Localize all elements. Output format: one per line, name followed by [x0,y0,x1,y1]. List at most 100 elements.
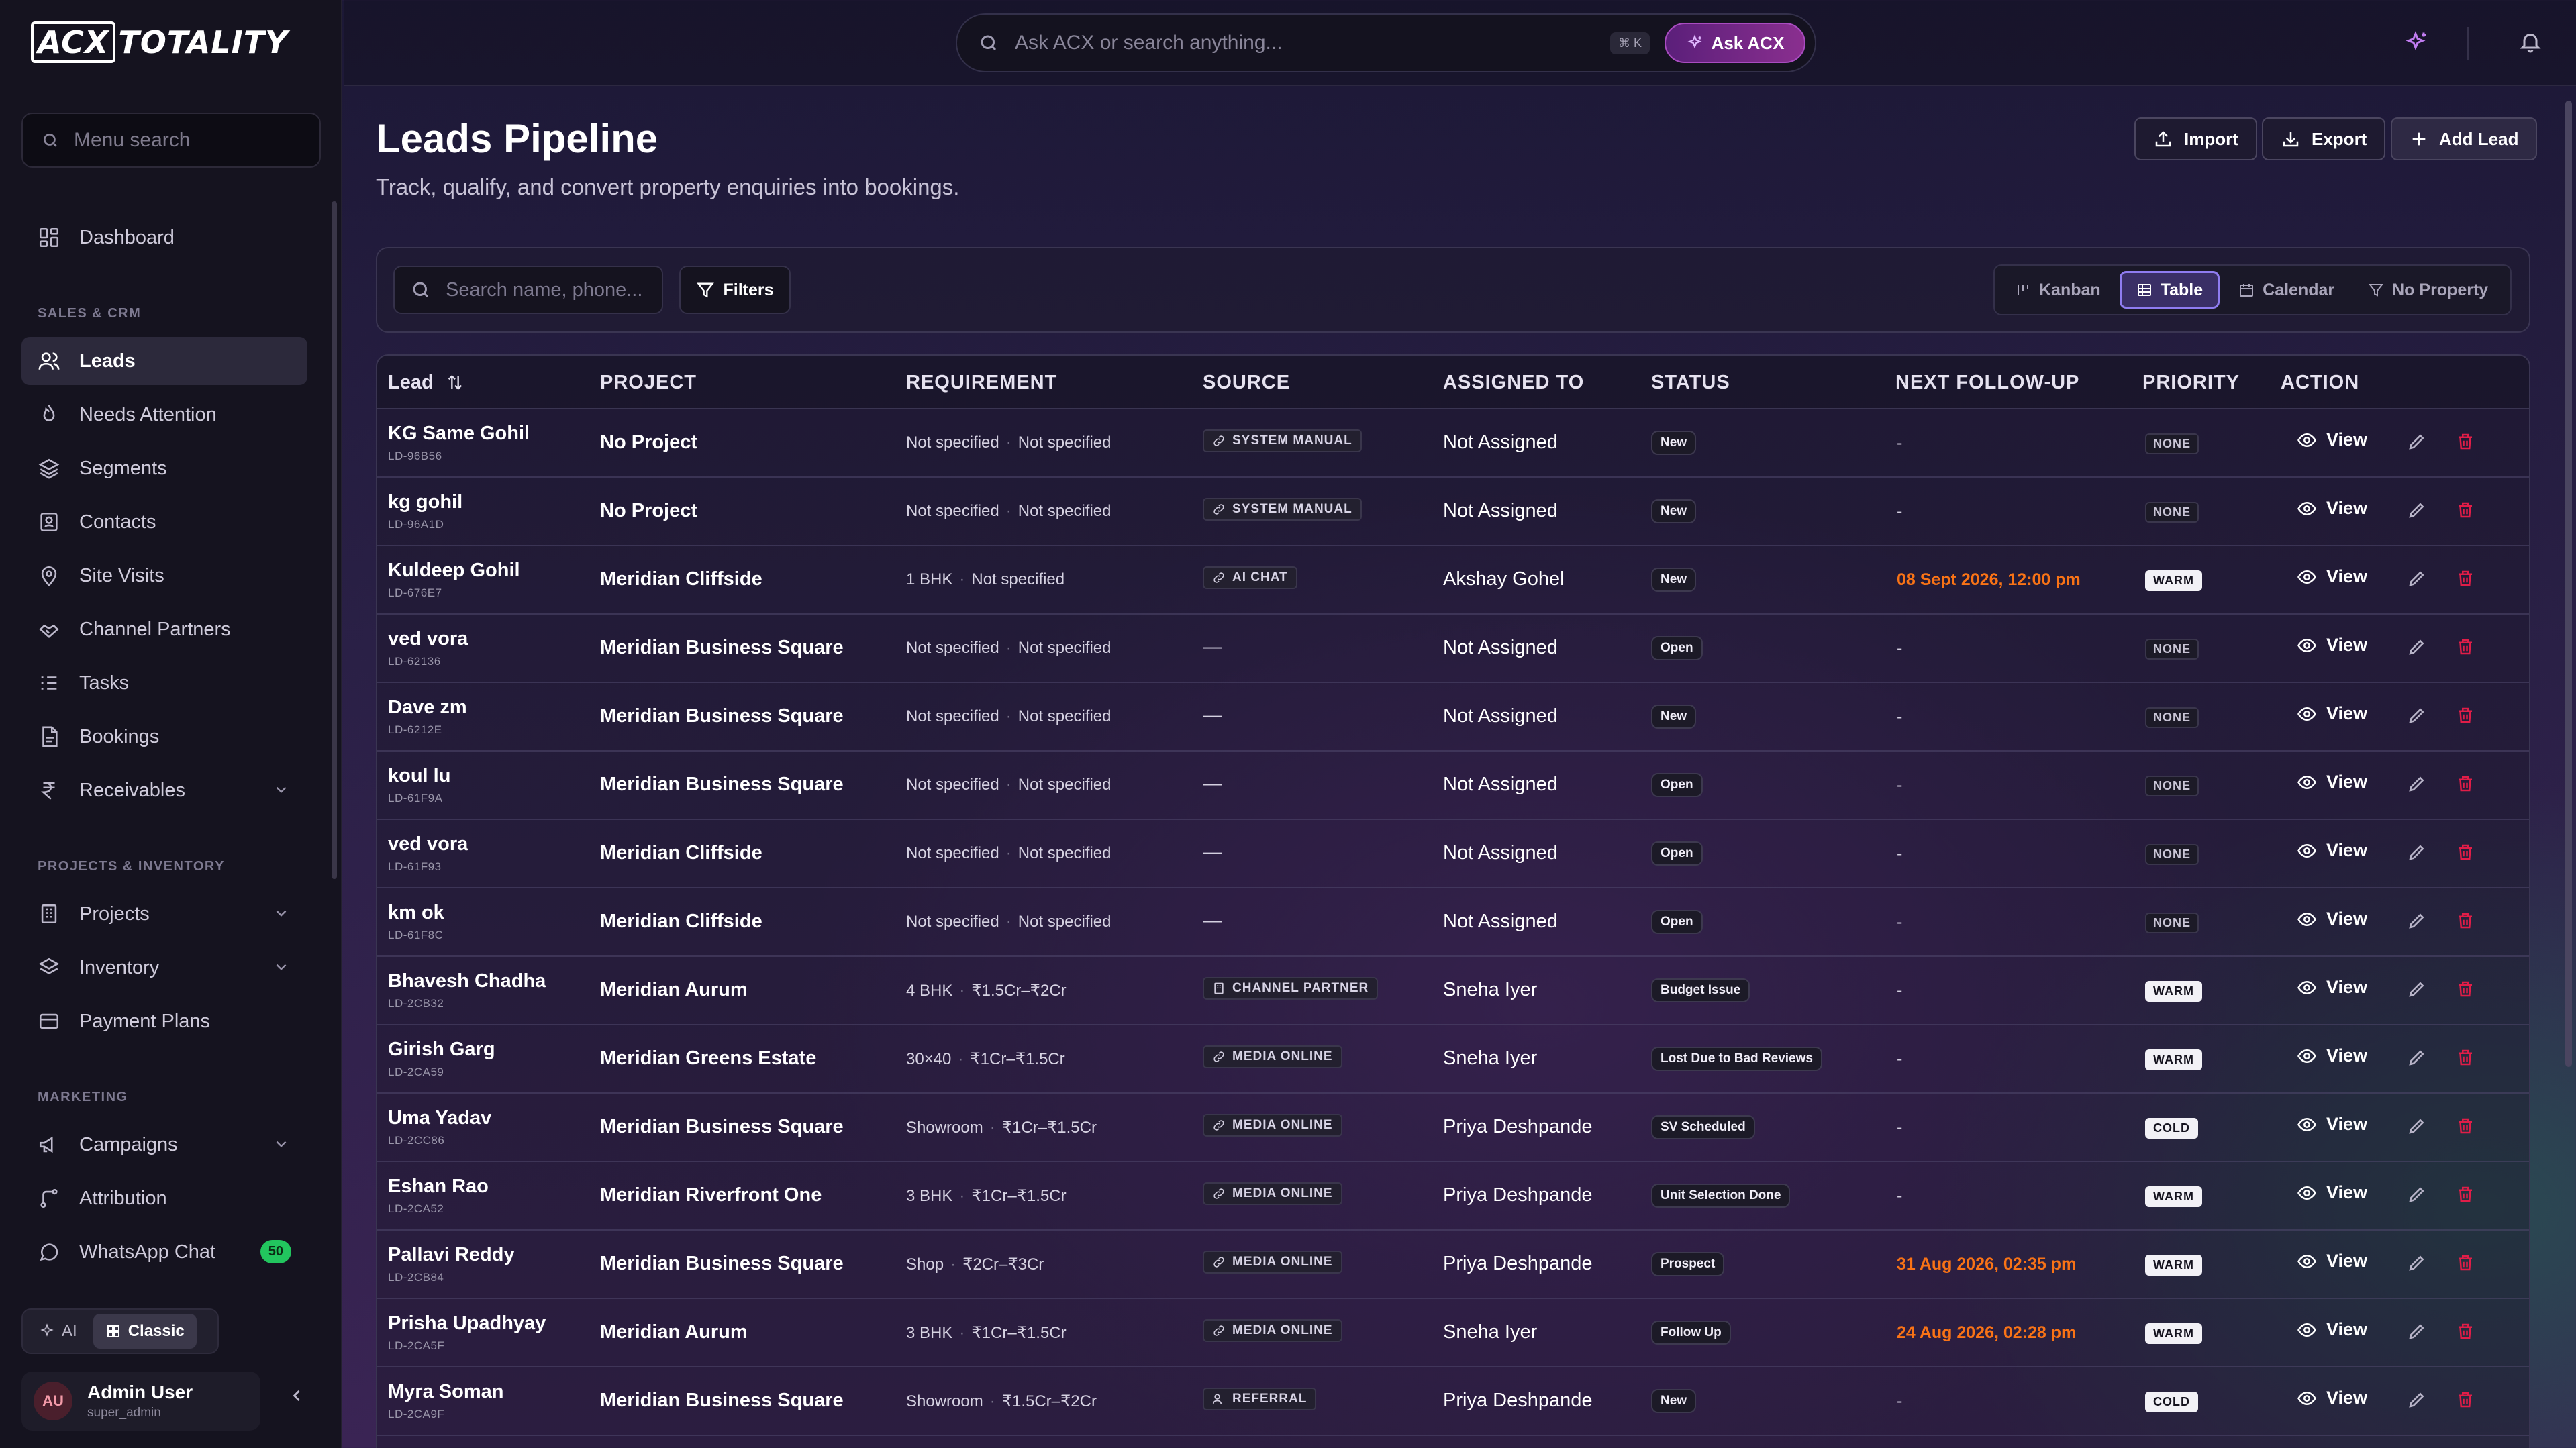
lead-name[interactable]: ved vora [388,833,468,856]
view-button[interactable]: View [2297,703,2367,724]
edit-icon[interactable] [2407,774,2427,794]
column-lead[interactable]: Lead [388,372,464,394]
sort-icon[interactable] [446,373,464,392]
sidebar-item-dashboard[interactable]: Dashboard [21,213,307,262]
table-row[interactable]: Eshan Rao LD-2CA52 Meridian Riverfront O… [377,1162,2529,1231]
edit-icon[interactable] [2407,1184,2427,1204]
delete-icon[interactable] [2455,1184,2475,1204]
table-row[interactable]: km ok LD-61F8C Meridian Cliffside Not sp… [377,888,2529,957]
delete-icon[interactable] [2455,568,2475,588]
delete-icon[interactable] [2455,1321,2475,1341]
table-row[interactable]: KG Same Gohil LD-96B56 No Project Not sp… [377,409,2529,478]
sidebar-item-payment-plans[interactable]: Payment Plans [21,997,307,1045]
table-row[interactable]: kg gohil LD-96A1D No Project Not specifi… [377,478,2529,546]
delete-icon[interactable] [2455,500,2475,520]
lead-name[interactable]: Kuldeep Gohil [388,560,520,582]
view-button[interactable]: View [2297,909,2367,929]
lead-name[interactable]: Dave zm [388,696,467,719]
lead-name[interactable]: Myra Soman [388,1381,503,1403]
view-button[interactable]: View [2297,1182,2367,1203]
delete-icon[interactable] [2455,774,2475,794]
lead-search-input[interactable]: Search name, phone... [393,266,663,314]
table-row[interactable]: Girish Garg LD-2CA59 Meridian Greens Est… [377,1025,2529,1094]
tab-no-property[interactable]: No Property [2353,271,2503,309]
classic-mode-button[interactable]: Classic [93,1314,197,1349]
bell-icon[interactable] [2518,30,2542,54]
table-row[interactable]: koul lu LD-61F9A Meridian Business Squar… [377,752,2529,820]
collapse-sidebar-icon[interactable] [287,1386,306,1405]
sidebar-item-contacts[interactable]: Contacts [21,498,307,546]
lead-name[interactable]: Uma Yadav [388,1107,491,1129]
view-button[interactable]: View [2297,498,2367,519]
lead-name[interactable]: Eshan Rao [388,1176,489,1198]
view-button[interactable]: View [2297,1045,2367,1066]
edit-icon[interactable] [2407,911,2427,931]
view-button[interactable]: View [2297,772,2367,792]
delete-icon[interactable] [2455,1390,2475,1410]
delete-icon[interactable] [2455,1116,2475,1136]
lead-name[interactable]: kg gohil [388,491,462,513]
delete-icon[interactable] [2455,842,2475,862]
edit-icon[interactable] [2407,1047,2427,1068]
table-row[interactable]: Kuldeep Gohil LD-676E7 Meridian Cliffsid… [377,546,2529,615]
view-button[interactable]: View [2297,1251,2367,1272]
menu-search-input[interactable]: Menu search [21,113,321,168]
sidebar-item-leads[interactable]: Leads [21,337,307,385]
ai-mode-button[interactable]: AI [27,1314,89,1349]
delete-icon[interactable] [2455,637,2475,657]
delete-icon[interactable] [2455,911,2475,931]
ask-acx-button[interactable]: Ask ACX [1665,23,1805,63]
sidebar-item-campaigns[interactable]: Campaigns [21,1121,307,1169]
delete-icon[interactable] [2455,431,2475,452]
delete-icon[interactable] [2455,1253,2475,1273]
filters-button[interactable]: Filters [679,266,791,314]
lead-name[interactable]: Bhavesh Chadha [388,970,546,992]
sidebar-item-channel-partners[interactable]: Channel Partners [21,605,307,654]
table-row[interactable]: Bhavesh Chadha LD-2CB32 Meridian Aurum 4… [377,957,2529,1025]
edit-icon[interactable] [2407,637,2427,657]
sidebar-item-segments[interactable]: Segments [21,444,307,493]
view-button[interactable]: View [2297,1319,2367,1340]
view-button[interactable]: View [2297,1388,2367,1408]
view-button[interactable]: View [2297,429,2367,450]
add-lead-button[interactable]: Add Lead [2391,117,2538,160]
sidebar-item-needs-attention[interactable]: Needs Attention [21,391,307,439]
import-button[interactable]: Import [2134,117,2257,160]
sidebar-item-inventory[interactable]: Inventory [21,943,307,992]
view-button[interactable]: View [2297,566,2367,587]
sidebar-scrollbar[interactable] [332,201,337,879]
lead-name[interactable]: Prisha Upadhyay [388,1312,546,1335]
global-search-input[interactable]: Ask ACX or search anything... ⌘ K Ask AC… [956,13,1816,72]
lead-name[interactable]: KG Same Gohil [388,423,530,445]
tab-kanban[interactable]: Kanban [2000,271,2116,309]
tab-calendar[interactable]: Calendar [2224,271,2349,309]
view-button[interactable]: View [2297,977,2367,998]
edit-icon[interactable] [2407,431,2427,452]
sidebar-item-receivables[interactable]: Receivables [21,766,307,815]
table-row[interactable]: Myra Soman LD-2CA9F Meridian Business Sq… [377,1367,2529,1436]
edit-icon[interactable] [2407,842,2427,862]
lead-name[interactable]: ved vora [388,628,468,650]
sidebar-item-projects[interactable]: Projects [21,890,307,938]
sidebar-item-bookings[interactable]: Bookings [21,713,307,761]
export-button[interactable]: Export [2262,117,2386,160]
view-button[interactable]: View [2297,840,2367,861]
lead-name[interactable]: Girish Garg [388,1039,495,1061]
lead-name[interactable]: Pallavi Reddy [388,1244,515,1266]
edit-icon[interactable] [2407,1321,2427,1341]
sidebar-item-site-visits[interactable]: Site Visits [21,552,307,600]
view-button[interactable]: View [2297,1114,2367,1135]
view-button[interactable]: View [2297,635,2367,656]
edit-icon[interactable] [2407,705,2427,725]
table-row[interactable]: ved vora LD-61F93 Meridian Cliffside Not… [377,820,2529,888]
edit-icon[interactable] [2407,500,2427,520]
edit-icon[interactable] [2407,568,2427,588]
table-row[interactable]: Uma Yadav LD-2CC86 Meridian Business Squ… [377,1094,2529,1162]
lead-name[interactable]: km ok [388,902,444,924]
delete-icon[interactable] [2455,705,2475,725]
sidebar-item-tasks[interactable]: Tasks [21,659,307,707]
user-profile[interactable]: AU Admin User super_admin [21,1372,260,1431]
delete-icon[interactable] [2455,1047,2475,1068]
sidebar-item-whatsapp-chat[interactable]: WhatsApp Chat 50 [21,1228,307,1276]
table-row[interactable]: Pallavi Reddy LD-2CB84 Meridian Business… [377,1231,2529,1299]
